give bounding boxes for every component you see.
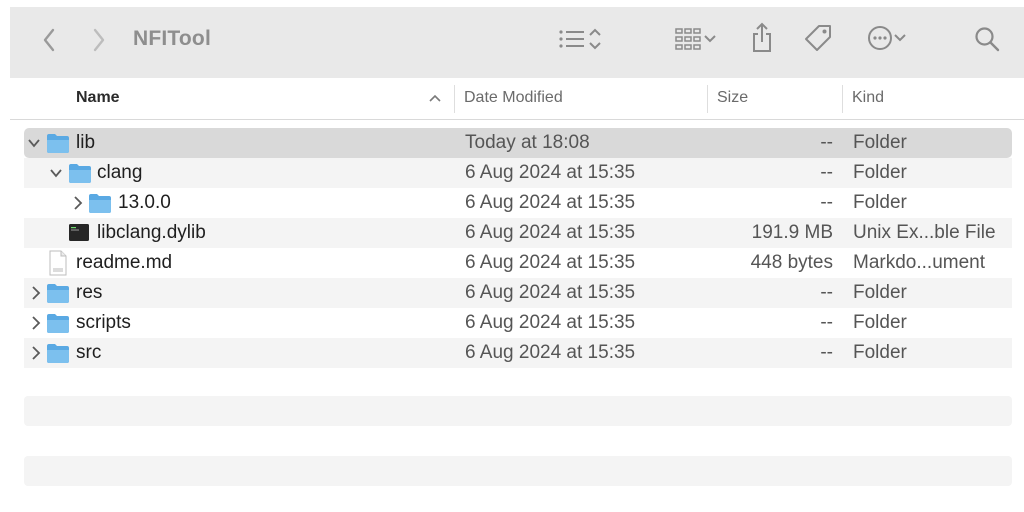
- more-actions-button[interactable]: [862, 24, 912, 52]
- group-button[interactable]: [670, 25, 722, 53]
- file-row-libclang-dylib[interactable]: libclang.dylib 6 Aug 2024 at 15:35 191.9…: [24, 218, 1012, 248]
- file-kind: Folder: [853, 312, 907, 333]
- sort-updown-icon: [589, 28, 601, 50]
- sort-ascending-icon[interactable]: [429, 93, 441, 103]
- file-size: --: [820, 342, 833, 363]
- column-size[interactable]: Size: [717, 89, 748, 107]
- file-row-13-0-0[interactable]: 13.0.0 6 Aug 2024 at 15:35 -- Folder: [24, 188, 1012, 218]
- file-kind: Unix Ex...ble File: [853, 222, 996, 243]
- view-options-button[interactable]: [552, 25, 608, 53]
- file-kind: Folder: [853, 342, 907, 363]
- date-modified: Today at 18:08: [465, 132, 590, 153]
- file-kind: Folder: [853, 132, 907, 153]
- file-size: --: [820, 162, 833, 183]
- file-size: 448 bytes: [750, 252, 833, 273]
- file-kind: Folder: [853, 282, 907, 303]
- share-icon: [753, 22, 771, 52]
- list-view-icon: [559, 30, 584, 48]
- column-date-modified[interactable]: Date Modified: [464, 89, 563, 107]
- file-size: 191.9 MB: [751, 222, 833, 243]
- file-name: clang: [97, 162, 143, 183]
- date-modified: 6 Aug 2024 at 15:35: [465, 252, 636, 273]
- chevron-right-icon: [93, 28, 105, 52]
- file-name: 13.0.0: [118, 192, 171, 213]
- file-name: libclang.dylib: [97, 222, 206, 243]
- column-name[interactable]: Name: [76, 89, 120, 107]
- document-icon: [49, 250, 67, 276]
- window-title: NFITool: [133, 27, 211, 50]
- grid-view-icon: [675, 28, 701, 50]
- disclosure-expanded-icon[interactable]: [28, 136, 40, 150]
- back-button[interactable]: [40, 27, 58, 53]
- column-divider[interactable]: [454, 85, 455, 113]
- folder-icon: [69, 164, 91, 183]
- file-name: readme.md: [76, 252, 173, 273]
- file-row-res[interactable]: res 6 Aug 2024 at 15:35 -- Folder: [24, 278, 1012, 308]
- disclosure-collapsed-icon[interactable]: [30, 346, 42, 360]
- file-row-src[interactable]: src 6 Aug 2024 at 15:35 -- Folder: [24, 338, 1012, 368]
- file-name: src: [76, 342, 102, 363]
- file-kind: Folder: [853, 162, 907, 183]
- column-header: Name Date Modified Size Kind: [10, 79, 1024, 120]
- column-divider[interactable]: [842, 85, 843, 113]
- date-modified: 6 Aug 2024 at 15:35: [465, 312, 636, 333]
- file-row-scripts[interactable]: scripts 6 Aug 2024 at 15:35 -- Folder: [24, 308, 1012, 338]
- file-list: lib Today at 18:08 -- Folder clang 6 Aug…: [24, 128, 1012, 368]
- date-modified: 6 Aug 2024 at 15:35: [465, 222, 636, 243]
- tag-icon: [805, 25, 831, 51]
- file-name: res: [76, 282, 103, 303]
- date-modified: 6 Aug 2024 at 15:35: [465, 282, 636, 303]
- file-name: lib: [76, 132, 96, 153]
- file-kind: Markdo...ument: [853, 252, 985, 273]
- chevron-down-icon: [704, 35, 716, 43]
- chevron-left-icon: [43, 28, 55, 52]
- search-icon: [975, 27, 1000, 52]
- file-size: --: [820, 132, 833, 153]
- share-button[interactable]: [748, 21, 776, 55]
- disclosure-collapsed-icon[interactable]: [72, 196, 84, 210]
- file-row-lib[interactable]: lib Today at 18:08 -- Folder: [24, 128, 1012, 158]
- date-modified: 6 Aug 2024 at 15:35: [465, 162, 636, 183]
- chevron-down-icon: [894, 34, 906, 42]
- file-row-readme-md[interactable]: readme.md 6 Aug 2024 at 15:35 448 bytes …: [24, 248, 1012, 278]
- disclosure-expanded-icon[interactable]: [50, 166, 62, 180]
- column-divider[interactable]: [707, 85, 708, 113]
- file-row-clang[interactable]: clang 6 Aug 2024 at 15:35 -- Folder: [24, 158, 1012, 188]
- folder-icon: [47, 134, 69, 153]
- executable-icon: [69, 224, 89, 241]
- date-modified: 6 Aug 2024 at 15:35: [465, 192, 636, 213]
- toolbar: NFITool: [10, 7, 1024, 78]
- forward-button[interactable]: [90, 27, 108, 53]
- folder-icon: [47, 314, 69, 333]
- tag-button[interactable]: [802, 22, 834, 54]
- date-modified: 6 Aug 2024 at 15:35: [465, 342, 636, 363]
- folder-icon: [89, 194, 111, 213]
- disclosure-collapsed-icon[interactable]: [30, 286, 42, 300]
- file-kind: Folder: [853, 192, 907, 213]
- disclosure-collapsed-icon[interactable]: [30, 316, 42, 330]
- folder-icon: [47, 284, 69, 303]
- column-kind[interactable]: Kind: [852, 89, 884, 107]
- more-icon: [868, 26, 892, 50]
- file-name: scripts: [76, 312, 131, 333]
- file-size: --: [820, 282, 833, 303]
- search-button[interactable]: [972, 24, 1002, 54]
- file-size: --: [820, 312, 833, 333]
- folder-icon: [47, 344, 69, 363]
- file-size: --: [820, 192, 833, 213]
- empty-stripe: [24, 396, 1012, 426]
- empty-stripe: [24, 456, 1012, 486]
